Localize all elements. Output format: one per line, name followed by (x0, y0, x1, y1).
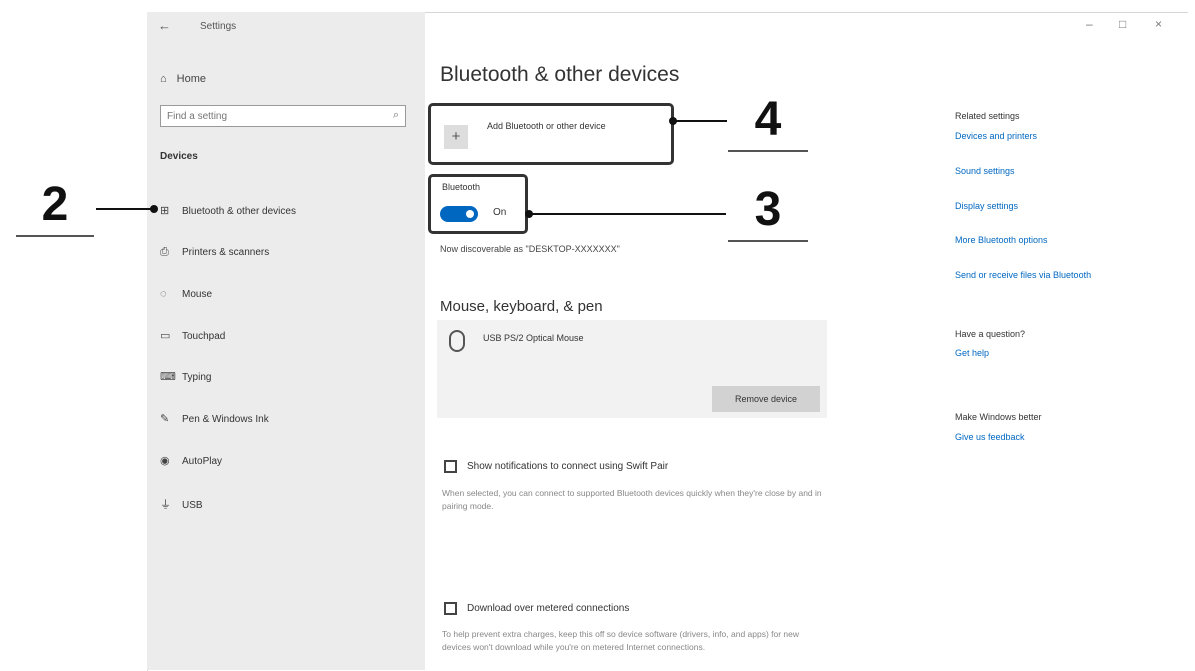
mouse-icon: ◌ (160, 288, 167, 300)
sidebar-item-label: Printers & scanners (182, 247, 270, 258)
sidebar-item-autoplay[interactable]: ◉ AutoPlay (160, 454, 222, 467)
sidebar-item-touchpad[interactable]: ▭ Touchpad (160, 329, 225, 342)
get-help-link[interactable]: Get help (955, 348, 989, 358)
sidebar-item-label: Mouse (182, 289, 213, 300)
back-arrow-icon[interactable]: ← (158, 18, 171, 33)
related-link-more-bluetooth[interactable]: More Bluetooth options (955, 235, 1048, 245)
metered-checkbox[interactable] (444, 602, 457, 615)
metered-label: Download over metered connections (467, 603, 630, 614)
usb-icon: ⏚ (160, 499, 171, 511)
sidebar-item-label: Pen & Windows Ink (182, 414, 269, 425)
minimize-button[interactable]: – (1086, 17, 1093, 31)
mouse-device-name: USB PS/2 Optical Mouse (483, 333, 584, 343)
page-title: Bluetooth & other devices (440, 63, 680, 86)
metered-description: To help prevent extra charges, keep this… (442, 629, 800, 652)
related-link-display[interactable]: Display settings (955, 201, 1018, 211)
search-icon[interactable]: ⌕ (393, 109, 399, 122)
sidebar-item-label: Bluetooth & other devices (182, 206, 296, 217)
feedback-link[interactable]: Give us feedback (955, 432, 1025, 442)
pen-icon: ✎ (160, 413, 170, 425)
callout-4-dot (669, 117, 677, 125)
home-label: Home (176, 73, 206, 85)
related-link-send-files[interactable]: Send or receive files via Bluetooth (955, 270, 1091, 280)
remove-device-button[interactable]: Remove device (712, 386, 820, 412)
related-settings-title: Related settings (955, 111, 1020, 121)
callout-3-dot (525, 210, 533, 218)
better-title: Make Windows better (955, 412, 1042, 422)
sidebar-item-label: Touchpad (182, 331, 226, 342)
question-title: Have a question? (955, 329, 1026, 339)
related-link-devices-printers[interactable]: Devices and printers (955, 131, 1037, 141)
callout-2: 2 (16, 175, 94, 237)
callout-4-line (673, 120, 727, 122)
sidebar-item-label: USB (182, 500, 203, 511)
sidebar-item-typing[interactable]: ⌨ Typing (160, 370, 211, 383)
bluetooth-devices-icon: ⊞ (160, 205, 170, 217)
sidebar-item-mouse[interactable]: ◌ Mouse (160, 288, 212, 300)
swift-pair-label: Show notifications to connect using Swif… (467, 461, 669, 472)
callout-3: 3 (728, 180, 808, 242)
search-box[interactable]: ⌕ (160, 105, 406, 127)
sidebar-item-usb[interactable]: ⏚ USB (160, 496, 203, 512)
swift-pair-description: When selected, you can connect to suppor… (442, 488, 822, 511)
highlight-box-add-device (428, 103, 674, 165)
callout-3-line (530, 213, 726, 215)
sidebar-item-bluetooth[interactable]: ⊞ Bluetooth & other devices (160, 204, 296, 217)
highlight-box-bluetooth (428, 174, 528, 234)
discoverable-text: Now discoverable as "DESKTOP-XXXXXXX" (440, 244, 620, 254)
sidebar-section-title: Devices (160, 151, 198, 162)
callout-2-dot (150, 205, 158, 213)
autoplay-icon: ◉ (160, 455, 170, 467)
sidebar-item-label: AutoPlay (182, 456, 223, 467)
home-icon: ⌂ (160, 73, 167, 85)
callout-2-line (96, 208, 152, 210)
close-button[interactable]: × (1155, 17, 1162, 31)
sidebar-item-label: Typing (182, 372, 212, 383)
touchpad-icon: ▭ (160, 330, 171, 342)
keyboard-icon: ⌨ (160, 371, 176, 383)
sidebar-item-pen[interactable]: ✎ Pen & Windows Ink (160, 412, 269, 425)
mouse-device-icon (449, 330, 465, 352)
search-input[interactable] (161, 106, 373, 127)
sidebar-item-printers[interactable]: ⎙ Printers & scanners (160, 246, 269, 259)
mouse-section-title: Mouse, keyboard, & pen (440, 298, 603, 315)
printer-icon: ⎙ (160, 246, 169, 258)
swift-pair-checkbox[interactable] (444, 460, 457, 473)
related-link-sound[interactable]: Sound settings (955, 166, 1015, 176)
maximize-button[interactable]: □ (1119, 17, 1126, 31)
callout-4: 4 (728, 90, 808, 152)
window-title: Settings (200, 21, 237, 32)
home-link[interactable]: ⌂ Home (160, 73, 206, 85)
